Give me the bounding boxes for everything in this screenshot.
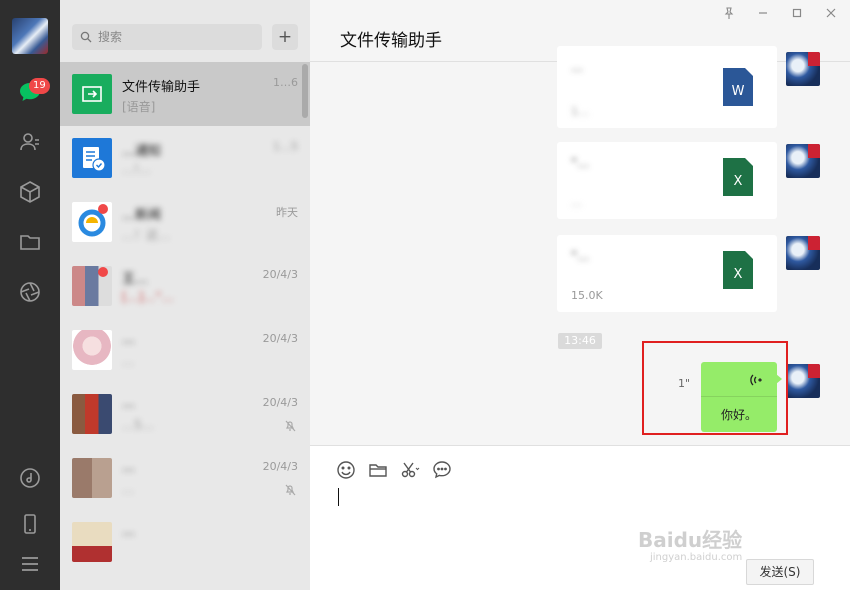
screenshot-icon[interactable] [400,460,420,480]
group-avatar [72,394,112,434]
session-time: 1…5 [273,140,298,153]
file-name: … [571,60,583,74]
notice-avatar [72,138,112,178]
chat-history-icon[interactable] [432,460,452,480]
session-item[interactable]: … [60,510,310,574]
file-message[interactable]: … 1… W [557,46,777,128]
search-icon [80,31,92,43]
session-name: … [122,396,135,411]
input-area: Baidu经验 jingyan.baidu.com 发送(S) [310,445,850,590]
emoji-icon[interactable] [336,460,356,480]
news-avatar [72,202,112,242]
session-preview: … [122,482,134,496]
session-time: 昨天 [276,206,298,219]
moments-icon[interactable] [18,280,42,304]
mute-icon [285,484,296,496]
contacts-icon[interactable] [18,130,42,154]
close-icon[interactable] [824,6,840,20]
chat-pane: 文件传输助手 … 1… W “… … X “… 15.0K X 13:46 1"… [310,0,850,590]
highlight-box [642,341,788,435]
chat-title: 文件传输助手 [340,31,442,51]
send-button[interactable]: 发送(S) [746,559,814,585]
session-list: + 文件传输助手 1…6 [语音] …通知 1…5 …!… [60,0,310,590]
session-name: 文件传输助手 [122,80,201,95]
session-name: 王… [122,272,149,287]
session-preview: … [122,354,134,368]
watermark: Baidu经验 [638,528,743,552]
session-item[interactable]: … 20/4/3 … [60,446,310,510]
session-name: … [122,460,135,475]
group-avatar [72,458,112,498]
contact-avatar [72,522,112,562]
session-item[interactable]: …新闻 昨天 …！这… [60,190,310,254]
menu-icon[interactable] [18,552,42,576]
session-time: 20/4/3 [262,268,298,281]
list-scrollbar[interactable] [302,64,308,118]
maximize-icon[interactable] [790,6,806,20]
session-time: 20/4/3 [262,460,298,473]
watermark-url: jingyan.baidu.com [650,552,743,563]
self-avatar[interactable] [786,236,820,270]
excel-file-icon: X [723,251,753,289]
session-preview: […]…“… [122,290,174,304]
add-chat-button[interactable]: + [272,24,298,50]
session-preview: …5… [122,418,154,432]
session-preview: …!… [122,162,151,176]
session-time: 20/4/3 [262,332,298,345]
session-preview: …！这… [122,228,171,242]
file-size: … [571,196,582,209]
svg-text:W: W [732,84,745,99]
session-name: … [122,524,135,539]
self-avatar[interactable] [786,52,820,86]
window-controls [722,6,840,20]
svg-text:X: X [734,174,743,189]
file-size: 1… [571,105,589,118]
search-box[interactable] [72,24,262,50]
pin-icon[interactable] [722,6,738,20]
self-avatar[interactable] [786,364,820,398]
session-time: 1…6 [273,76,298,89]
text-cursor [338,488,339,506]
nav-rail: 19 [0,0,60,590]
user-avatar[interactable] [12,18,48,54]
session-name: …通知 [122,144,162,159]
file-name: “… [571,249,590,263]
phone-icon[interactable] [18,512,42,536]
session-time: 20/4/3 [262,396,298,409]
message-timestamp: 13:46 [558,333,602,349]
session-name: … [122,332,135,347]
file-transfer-avatar [72,74,112,114]
session-file-transfer[interactable]: 文件传输助手 1…6 [语音] [60,62,310,126]
group-avatar [72,266,112,306]
minimize-icon[interactable] [756,6,772,20]
file-name: “… [571,156,590,170]
music-icon[interactable] [18,466,42,490]
file-message[interactable]: “… … X [557,142,777,219]
folder-send-icon[interactable] [368,460,388,480]
svg-text:X: X [734,267,743,282]
file-message[interactable]: “… 15.0K X [557,235,777,312]
session-item[interactable]: … 20/4/3 … [60,318,310,382]
mute-icon [285,420,296,432]
session-preview: [语音] [122,100,156,114]
session-item[interactable]: 王… 20/4/3 […]…“… [60,254,310,318]
input-toolbar [336,460,452,480]
contact-avatar [72,330,112,370]
folder-icon[interactable] [18,230,42,254]
search-input[interactable] [98,30,248,44]
collection-icon[interactable] [18,180,42,204]
file-size: 15.0K [571,289,603,302]
excel-file-icon: X [723,158,753,196]
session-item[interactable]: … 20/4/3 …5… [60,382,310,446]
wechat-window: 19 + [0,0,850,590]
self-avatar[interactable] [786,144,820,178]
session-item[interactable]: …通知 1…5 …!… [60,126,310,190]
unread-badge: 19 [29,78,50,94]
word-file-icon: W [723,68,753,106]
session-name: …新闻 [122,208,162,223]
